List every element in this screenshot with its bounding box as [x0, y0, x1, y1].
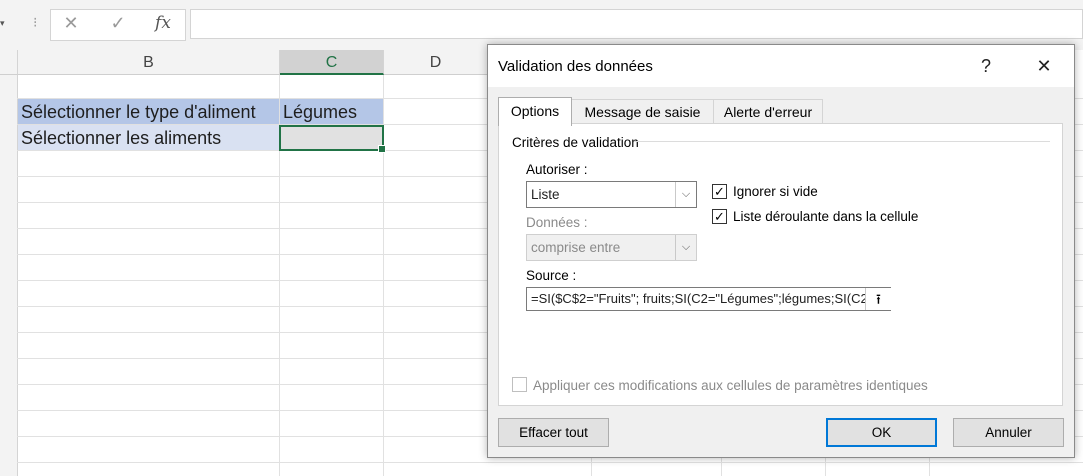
- in-cell-dropdown-checkbox[interactable]: ✓: [712, 209, 727, 224]
- insert-function-icon[interactable]: fx: [151, 13, 175, 33]
- dialog-title: Validation des données: [498, 58, 653, 75]
- cancel-button[interactable]: Annuler: [953, 418, 1064, 447]
- fill-handle[interactable]: [378, 145, 386, 153]
- cell-c2[interactable]: Légumes: [280, 99, 383, 124]
- formula-bar: ▾ ⁝ ✕ ✓ fx: [0, 0, 1083, 50]
- tab-input-message[interactable]: Message de saisie: [571, 99, 714, 124]
- formula-icons: ✕ ✓ fx: [50, 9, 186, 41]
- namebox-dropdown-icon[interactable]: ▾: [0, 18, 10, 32]
- enter-formula-icon[interactable]: ✓: [106, 13, 130, 34]
- source-input[interactable]: =SI($C$2="Fruits"; fruits;SI(C2="Légumes…: [526, 287, 891, 311]
- ignore-blank-checkbox[interactable]: ✓: [712, 184, 727, 199]
- group-divider: [634, 141, 1050, 142]
- apply-all-label: Appliquer ces modifications aux cellules…: [533, 378, 928, 393]
- tab-error-alert[interactable]: Alerte d'erreur: [713, 99, 823, 124]
- ignore-blank-label[interactable]: Ignorer si vide: [733, 184, 818, 199]
- validation-criteria-group-title: Critères de validation: [512, 135, 639, 150]
- allow-label: Autoriser :: [526, 162, 588, 177]
- chevron-down-icon: ⌵: [675, 235, 696, 260]
- apply-all-checkbox: [512, 377, 527, 392]
- dialog-title-bar[interactable]: Validation des données ? ✕: [488, 45, 1074, 87]
- selected-cell-c3[interactable]: [279, 125, 386, 153]
- clear-all-button[interactable]: Effacer tout: [498, 418, 609, 447]
- data-label: Données :: [526, 215, 588, 230]
- formula-input[interactable]: [190, 9, 1083, 39]
- data-validation-dialog: Validation des données ? ✕ Options Messa…: [487, 44, 1075, 458]
- cancel-formula-icon[interactable]: ✕: [59, 13, 83, 34]
- data-select-value: comprise entre: [531, 240, 621, 255]
- source-label: Source :: [526, 268, 577, 283]
- cell-b2[interactable]: Sélectionner le type d'aliment: [18, 99, 279, 124]
- chevron-down-icon[interactable]: ⌵: [675, 182, 696, 207]
- help-button[interactable]: ?: [964, 51, 1008, 81]
- row-headers[interactable]: [0, 75, 18, 476]
- collapse-dialog-icon[interactable]: ⭱: [865, 288, 891, 310]
- options-panel: Critères de validation Autoriser : Liste…: [498, 123, 1063, 406]
- tab-options[interactable]: Options: [498, 97, 572, 126]
- column-header-d[interactable]: D: [384, 50, 488, 75]
- grid-line: [17, 462, 1083, 463]
- data-select: comprise entre ⌵: [526, 234, 697, 261]
- select-all-corner[interactable]: [0, 50, 18, 75]
- formula-bar-separator: ⁝: [33, 14, 38, 30]
- cell-b3[interactable]: Sélectionner les aliments: [18, 125, 279, 150]
- allow-select-value: Liste: [531, 187, 560, 202]
- column-header-b[interactable]: B: [18, 50, 280, 75]
- close-icon[interactable]: ✕: [1022, 51, 1066, 81]
- in-cell-dropdown-label[interactable]: Liste déroulante dans la cellule: [733, 209, 918, 224]
- column-header-c[interactable]: C: [280, 50, 384, 75]
- ok-button[interactable]: OK: [826, 418, 937, 447]
- allow-select[interactable]: Liste ⌵: [526, 181, 697, 208]
